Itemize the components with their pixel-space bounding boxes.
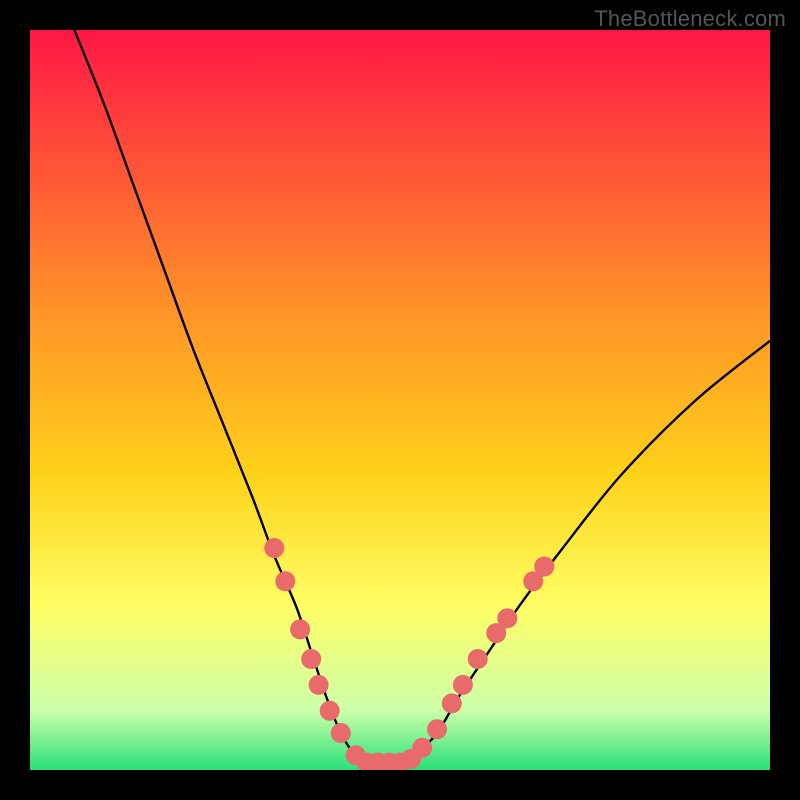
curve-marker xyxy=(331,723,351,743)
curve-marker xyxy=(453,675,473,695)
border-left xyxy=(0,0,30,800)
curve-marker xyxy=(412,738,432,758)
watermark-text: TheBottleneck.com xyxy=(594,6,786,32)
curve-marker xyxy=(534,557,554,577)
curve-marker xyxy=(301,649,321,669)
curve-marker xyxy=(497,608,517,628)
bottleneck-chart xyxy=(0,0,800,800)
curve-marker xyxy=(264,538,284,558)
curve-marker xyxy=(468,649,488,669)
curve-marker xyxy=(290,619,310,639)
chart-frame: TheBottleneck.com xyxy=(0,0,800,800)
curve-marker xyxy=(309,675,329,695)
border-right xyxy=(770,0,800,800)
curve-marker xyxy=(320,701,340,721)
plot-background xyxy=(30,30,770,770)
border-bottom xyxy=(0,770,800,800)
curve-marker xyxy=(427,719,447,739)
curve-marker xyxy=(275,571,295,591)
curve-marker xyxy=(442,693,462,713)
